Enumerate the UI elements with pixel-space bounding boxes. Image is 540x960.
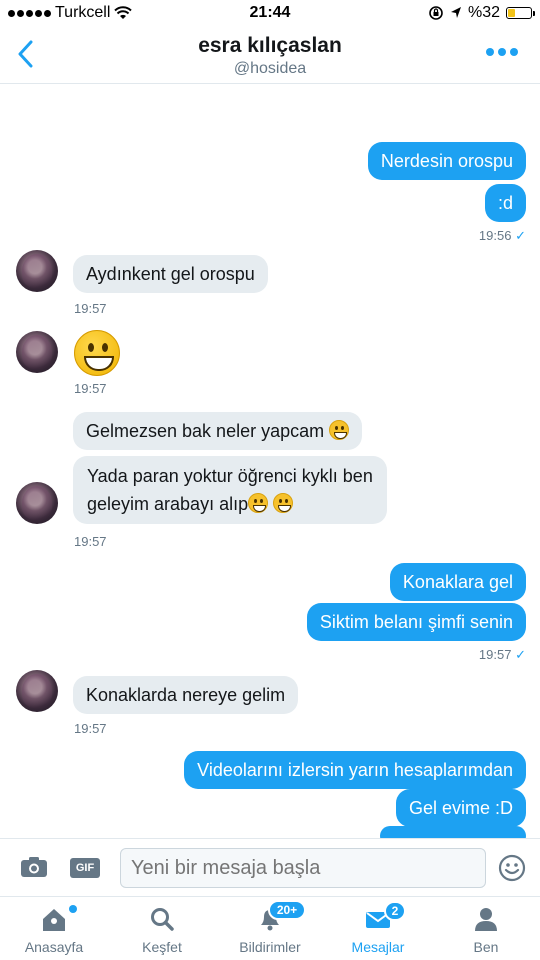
tab-label: Ben [473,939,499,955]
contact-name[interactable]: esra kılıçaslan [0,34,540,58]
location-icon [450,7,461,18]
read-check-icon: ✓ [515,228,526,243]
contact-handle[interactable]: @hosidea [0,60,540,78]
incoming-message[interactable]: Konaklarda nereye gelim [73,676,299,714]
grinning-emoji-message[interactable] [74,330,120,376]
outgoing-message[interactable]: Videolarını izlersin yarın hesaplarımdan [184,751,526,789]
outgoing-message[interactable]: Konaklara gel [389,563,526,601]
incoming-message[interactable]: Gelmezsen bak neler yapcam [73,412,363,450]
tab-label: Bildirimler [239,939,301,955]
avatar[interactable] [16,670,58,712]
message-timestamp: 19:56 ✓ [479,228,526,244]
message-timestamp: 19:57 [74,721,107,736]
tab-messages[interactable]: 2 Mesajlar [324,897,432,960]
status-right: %32 [428,4,535,22]
conversation-header: esra kılıçaslan @hosidea [0,26,540,84]
grinning-emoji-icon [248,493,269,513]
search-icon [151,908,174,931]
incoming-message[interactable]: Aydınkent gel orospu [73,255,268,293]
tab-label: Mesajlar [351,939,405,955]
avatar[interactable] [16,482,58,524]
timestamp-text: 19:57 [478,647,512,662]
read-check-icon: ✓ [515,647,526,662]
message-input[interactable] [120,848,486,888]
tab-me[interactable]: Ben [432,897,540,960]
home-icon [43,909,65,931]
tab-bar: Anasayfa Keşfet 20+ Bildirimler 2 Mesajl… [0,896,540,960]
battery-level [508,9,516,17]
rotation-lock-icon [429,6,443,20]
message-text: Gelmezsen bak neler yapcam [86,421,325,441]
avatar[interactable] [16,331,58,373]
message-count-badge: 2 [384,901,406,921]
avatar[interactable] [16,250,58,292]
message-text: geleyim arabayı alıp [87,494,249,514]
tab-explore[interactable]: Keşfet [108,897,216,960]
message-line: Yada paran yoktur öğrenci kyklı ben [87,466,373,486]
grinning-emoji-icon [329,420,350,440]
tab-notifications[interactable]: 20+ Bildirimler [216,897,324,960]
new-content-dot [69,905,77,913]
tab-label: Anasayfa [24,939,84,955]
person-icon [475,908,497,931]
status-bar: Turkcell 21:44 %32 [0,0,540,26]
message-timestamp: 19:57 [74,381,107,396]
grinning-emoji-icon [273,493,294,513]
outgoing-message[interactable]: :d [484,184,526,222]
camera-icon[interactable] [20,856,48,878]
gif-button[interactable]: GIF [70,858,100,878]
tab-label: Keşfet [142,939,182,955]
incoming-message[interactable]: Yada paran yoktur öğrenci kyklı ben gele… [73,456,387,524]
compose-bar: GIF [0,838,540,896]
message-line: geleyim arabayı alıp [87,490,373,518]
battery-percent: %32 [467,4,500,21]
timestamp-text: 19:56 [478,228,512,243]
more-options-button[interactable] [486,48,518,56]
tab-home[interactable]: Anasayfa [0,897,108,960]
message-timestamp: 19:57 [74,534,107,549]
emoji-smile-icon[interactable] [498,854,526,882]
message-timestamp: 19:57 ✓ [479,647,526,663]
message-timestamp: 19:57 [74,301,107,316]
notification-count-badge: 20+ [268,900,306,920]
outgoing-message[interactable]: Nerdesin orospu [367,142,526,180]
outgoing-message[interactable]: Gel evime :D [395,789,526,827]
battery-icon [506,7,535,19]
outgoing-message[interactable]: Siktim belanı şimfi senin [306,603,526,641]
